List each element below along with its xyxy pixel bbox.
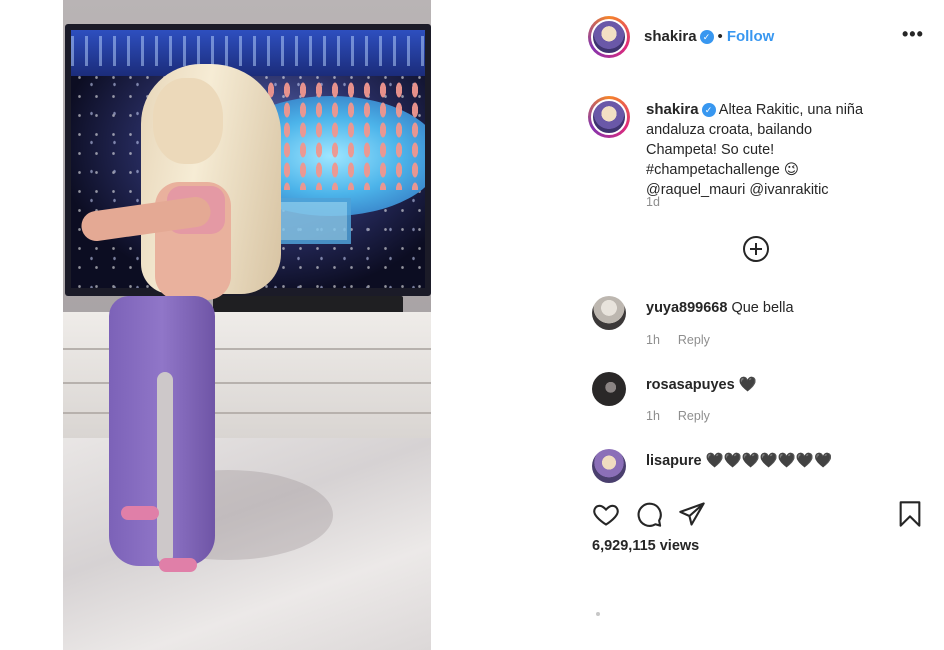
comment-meta: 1h Reply <box>646 333 710 347</box>
comment-username[interactable]: rosasapuyes <box>646 377 735 393</box>
comment-avatar[interactable] <box>592 449 626 483</box>
view-count: 6,929,115 views <box>592 538 700 554</box>
follow-button[interactable]: Follow <box>727 28 775 45</box>
comment-text: 🖤 <box>738 377 757 393</box>
comment: lisapure 🖤🖤🖤🖤🖤🖤🖤 <box>646 452 832 469</box>
verified-badge-icon: ✓ <box>699 30 714 44</box>
author-username[interactable]: shakira <box>644 28 697 45</box>
bookmark-icon[interactable] <box>896 500 924 528</box>
comment-username[interactable]: lisapure <box>646 453 702 469</box>
comment-text: 🖤🖤🖤🖤🖤🖤🖤 <box>705 453 833 469</box>
caption-avatar[interactable] <box>588 96 630 138</box>
comment-avatar[interactable] <box>592 296 626 330</box>
comment-text: Que bella <box>731 300 794 316</box>
reply-button[interactable]: Reply <box>678 333 710 347</box>
comment: yuya899668 Que bella <box>646 300 794 316</box>
caption-timestamp: 1d <box>646 195 660 209</box>
reply-button[interactable]: Reply <box>678 409 710 423</box>
post-caption: shakira ✓ Altea Rakitic, una niña andaluz… <box>646 100 876 200</box>
comment-icon[interactable] <box>635 500 663 528</box>
verified-badge-icon: ✓ <box>701 103 716 117</box>
video-girl-head <box>153 78 223 164</box>
comment-username[interactable]: yuya899668 <box>646 300 727 316</box>
caption-username[interactable]: shakira <box>646 101 699 118</box>
comment-meta: 1h Reply <box>646 409 710 423</box>
scroll-indicator <box>596 612 600 616</box>
video-area <box>0 0 572 650</box>
post-panel: shakira ✓ • Follow ••• shakira ✓ Altea Rakit… <box>572 0 944 650</box>
heart-icon[interactable] <box>592 500 620 528</box>
header-separator: • <box>717 28 723 45</box>
share-icon[interactable] <box>678 500 706 528</box>
comment-avatar[interactable] <box>592 372 626 406</box>
plus-circle-icon[interactable] <box>743 236 769 262</box>
more-options-icon[interactable]: ••• <box>902 24 924 45</box>
video-girl-shoe <box>121 506 159 520</box>
comment-timestamp: 1h <box>646 333 660 347</box>
post-header: shakira ✓ • Follow <box>644 28 774 45</box>
video-girl-shoe <box>159 558 197 572</box>
comment: rosasapuyes 🖤 <box>646 376 757 393</box>
comment-timestamp: 1h <box>646 409 660 423</box>
author-avatar[interactable] <box>588 16 630 58</box>
post-video[interactable] <box>63 0 431 650</box>
